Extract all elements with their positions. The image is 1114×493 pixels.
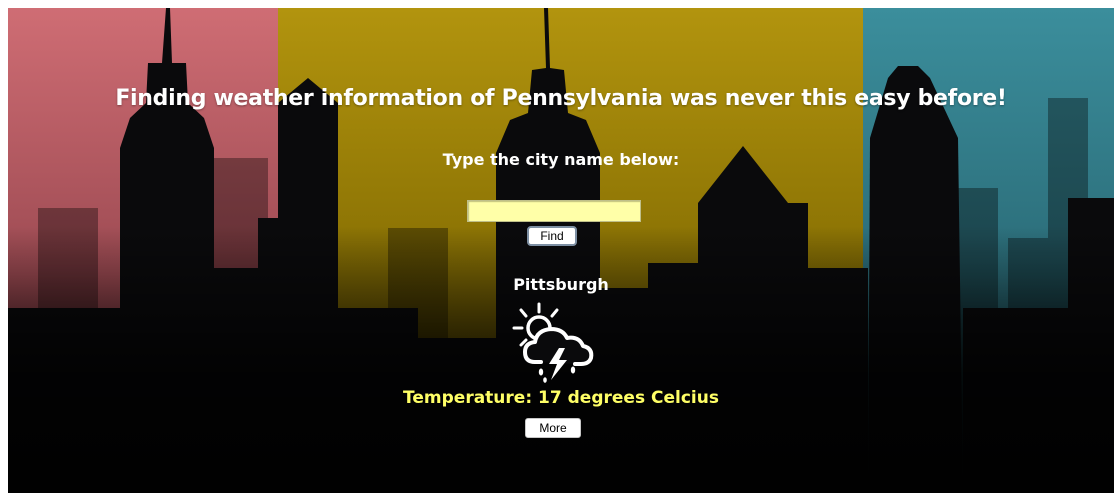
city-search-input[interactable]: [467, 200, 641, 222]
page-headline: Finding weather information of Pennsylva…: [115, 86, 1007, 111]
result-city-name: Pittsburgh: [513, 275, 609, 294]
find-button[interactable]: Find: [527, 226, 577, 246]
temperature-readout: Temperature: 17 degrees Celcius: [8, 388, 1114, 408]
more-button[interactable]: More: [525, 418, 581, 438]
page-frame: Finding weather information of Pennsylva…: [8, 8, 1114, 493]
temperature-value: 17: [538, 388, 562, 408]
temperature-unit: degrees Celcius: [561, 388, 719, 408]
sun-cloud-thunder-rain-icon: [512, 302, 594, 383]
search-prompt: Type the city name below:: [442, 150, 680, 169]
weather-app: Finding weather information of Pennsylva…: [8, 8, 1114, 493]
temperature-prefix: Temperature:: [403, 388, 539, 408]
